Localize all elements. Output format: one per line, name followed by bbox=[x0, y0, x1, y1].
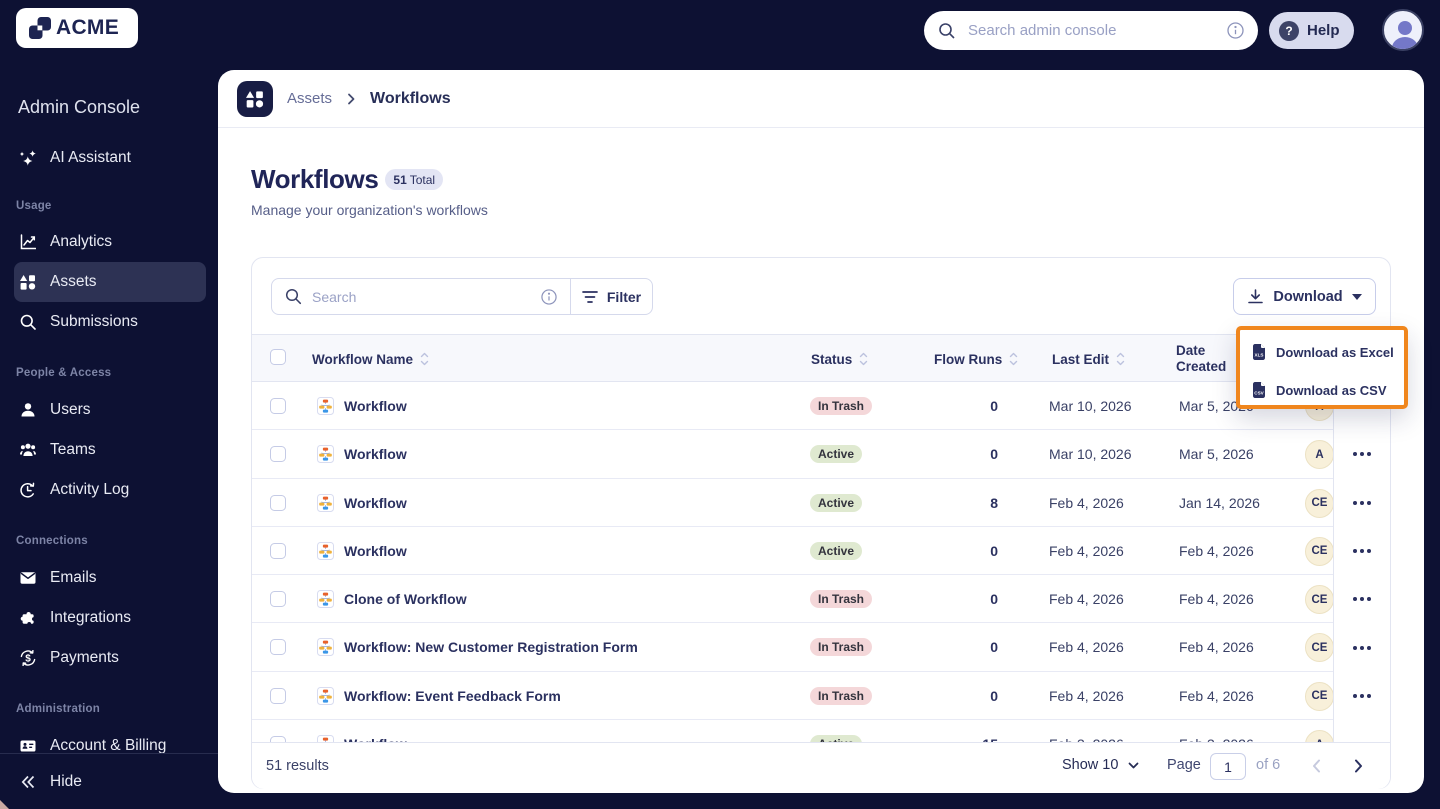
svg-text:XLS: XLS bbox=[1255, 353, 1264, 358]
svg-text:$: $ bbox=[25, 654, 31, 665]
svg-text:CSV: CSV bbox=[1254, 391, 1264, 396]
